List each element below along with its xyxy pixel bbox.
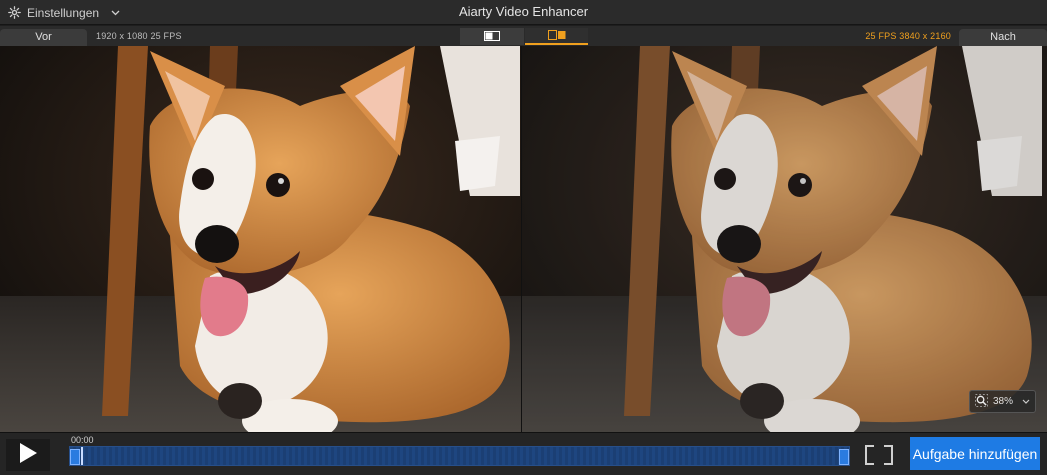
play-icon [18, 442, 38, 469]
playhead[interactable] [81, 447, 83, 465]
before-video-frame [0, 46, 521, 432]
trim-end-handle[interactable] [839, 449, 849, 465]
single-view-button[interactable] [460, 28, 524, 45]
add-task-button[interactable]: Aufgabe hinzufügen [910, 437, 1040, 470]
timeline-fill [70, 447, 849, 465]
output-info: 25 FPS 3840 x 2160 [865, 31, 951, 41]
after-preview [522, 46, 1047, 432]
set-in-point-button[interactable] [865, 445, 874, 465]
trim-start-handle[interactable] [70, 449, 80, 465]
play-button[interactable] [6, 439, 50, 471]
set-out-point-button[interactable] [884, 445, 893, 465]
zoom-icon [975, 393, 988, 410]
zoom-control[interactable]: 38% [969, 390, 1036, 413]
app-title: Aiarty Video Enhancer [458, 4, 589, 19]
single-view-icon [484, 28, 500, 46]
current-time: 00:00 [71, 435, 94, 445]
title-bar: Einstellungen Aiarty Video Enhancer [0, 0, 1047, 25]
zoom-value: 38% [993, 396, 1014, 407]
split-view-icon [547, 27, 566, 45]
before-label: Vor [0, 29, 87, 46]
split-view-button[interactable] [525, 28, 588, 45]
playback-controls: 00:00 Aufgabe hinzufügen [0, 432, 1047, 475]
before-preview [0, 46, 521, 432]
after-label: Nach [959, 29, 1047, 46]
compare-info-bar: Vor 1920 x 1080 25 FPS 25 FPS 3840 x 216… [0, 26, 1047, 46]
source-info: 1920 x 1080 25 FPS [96, 31, 182, 41]
after-video-frame [522, 46, 1047, 432]
chevron-down-icon [1022, 396, 1030, 407]
timeline-track[interactable] [69, 446, 850, 466]
